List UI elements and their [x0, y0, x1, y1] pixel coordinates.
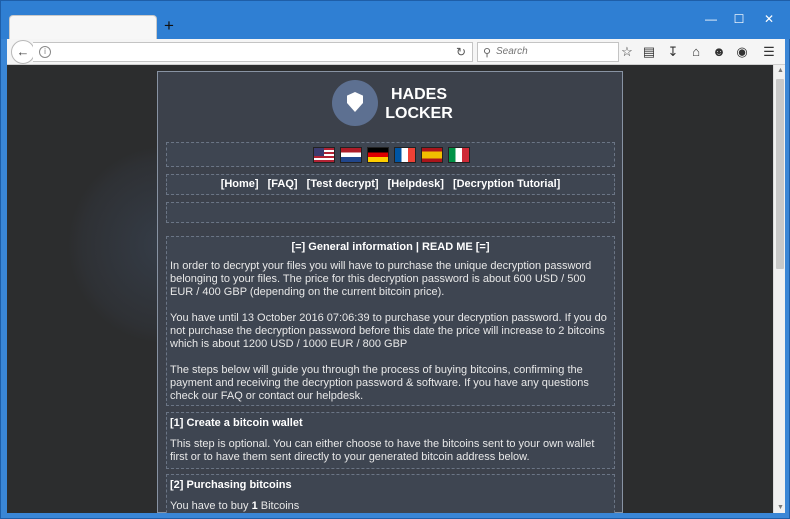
smiley-icon[interactable]: ☻: [711, 43, 727, 61]
general-info-box: [=] General information | READ ME [=] In…: [166, 236, 615, 406]
pocket-icon[interactable]: ◉: [734, 43, 750, 61]
ransom-panel: HADES LOCKER [Home] [FAQ] [Test decrypt]…: [157, 71, 623, 513]
step-2-text: You have to buy 1 Bitcoins: [170, 500, 611, 513]
page-content: HADES LOCKER [Home] [FAQ] [Test decrypt]…: [7, 65, 773, 513]
vertical-scrollbar[interactable]: ▲ ▼: [773, 65, 785, 513]
hades-locker-logo: HADES LOCKER: [332, 80, 454, 126]
language-flags: [166, 142, 615, 167]
step-2-prefix: You have to buy: [170, 500, 249, 512]
reload-icon[interactable]: ↻: [456, 45, 466, 59]
close-button[interactable]: ✕: [759, 11, 779, 27]
flag-fr-icon[interactable]: [394, 147, 416, 163]
logo-circle: [332, 80, 378, 126]
reader-icon[interactable]: ▤: [641, 43, 657, 61]
step-1-box: [1] Create a bitcoin wallet This step is…: [166, 412, 615, 469]
new-tab-button[interactable]: +: [161, 17, 177, 34]
title-bar: + — ☐ ✕: [1, 1, 790, 40]
info-icon[interactable]: i: [39, 46, 51, 58]
info-paragraph-3: The steps below will guide you through t…: [170, 364, 589, 402]
back-button[interactable]: ←: [11, 40, 35, 64]
search-icon: ⚲: [483, 47, 492, 59]
step-2-box: [2] Purchasing bitcoins You have to buy …: [166, 474, 615, 513]
flag-nl-icon[interactable]: [340, 147, 362, 163]
info-paragraph-2: You have until 13 October 2016 07:06:39 …: [170, 312, 607, 350]
page-nav: [Home] [FAQ] [Test decrypt] [Helpdesk] […: [166, 174, 615, 195]
search-bar[interactable]: ⚲: [477, 42, 619, 62]
info-paragraph-1: In order to decrypt your files you will …: [170, 260, 592, 298]
navigation-toolbar: ← i ↻ ⚲ ☆ ▤ ↧ ⌂ ☻ ◉ ☰: [7, 39, 785, 65]
flag-us-icon[interactable]: [313, 147, 335, 163]
nav-decryption-tutorial-link[interactable]: [Decryption Tutorial]: [453, 178, 560, 190]
logo-line-2: LOCKER: [385, 105, 453, 122]
flag-it-icon[interactable]: [448, 147, 470, 163]
step-2-heading: [2] Purchasing bitcoins: [170, 479, 292, 491]
browser-window: + — ☐ ✕ ← i ↻ ⚲ ☆ ▤ ↧ ⌂ ☻ ◉ ☰: [0, 0, 790, 519]
nav-test-decrypt-link[interactable]: [Test decrypt]: [307, 178, 379, 190]
maximize-button[interactable]: ☐: [729, 11, 749, 27]
info-heading: [=] General information | READ ME [=]: [291, 241, 490, 253]
empty-notice-box: [166, 202, 615, 223]
nav-home-link[interactable]: [Home]: [221, 178, 259, 190]
search-input[interactable]: [496, 46, 606, 57]
shield-icon: [347, 92, 363, 112]
back-arrow-icon: ←: [16, 44, 30, 59]
nav-faq-link[interactable]: [FAQ]: [268, 178, 298, 190]
star-icon[interactable]: ☆: [619, 43, 635, 61]
step-1-heading: [1] Create a bitcoin wallet: [170, 417, 303, 429]
logo-line-1: HADES: [390, 86, 447, 103]
minimize-button[interactable]: —: [701, 11, 721, 27]
scroll-thumb[interactable]: [776, 79, 784, 269]
step-1-text: This step is optional. You can either ch…: [170, 438, 595, 463]
scroll-up-icon[interactable]: ▲: [777, 67, 784, 74]
download-icon[interactable]: ↧: [665, 43, 681, 61]
step-2-suffix: Bitcoins: [260, 500, 300, 512]
scroll-down-icon[interactable]: ▼: [777, 504, 784, 511]
menu-icon[interactable]: ☰: [761, 43, 777, 61]
nav-helpdesk-link[interactable]: [Helpdesk]: [388, 178, 444, 190]
flag-de-icon[interactable]: [367, 147, 389, 163]
flag-es-icon[interactable]: [421, 147, 443, 163]
browser-tab[interactable]: [9, 15, 157, 40]
logo-text: HADES LOCKER: [384, 85, 454, 123]
bitcoin-amount: 1: [251, 500, 258, 512]
url-bar[interactable]: i ↻: [33, 42, 473, 62]
home-icon[interactable]: ⌂: [688, 43, 704, 61]
